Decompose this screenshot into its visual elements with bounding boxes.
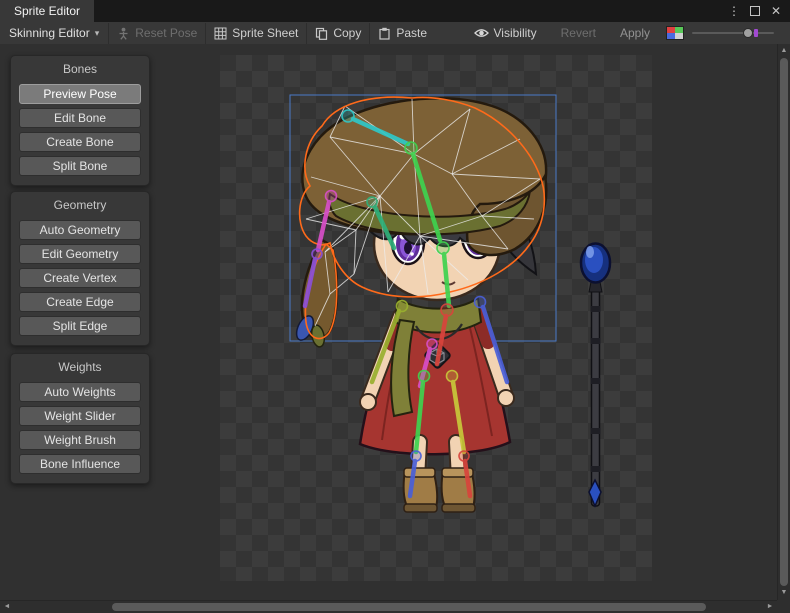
bones-panel: Bones Preview Pose Edit Bone Create Bone… <box>10 55 150 186</box>
revert-label: Revert <box>561 26 596 40</box>
tab-title: Sprite Editor <box>14 4 80 18</box>
zoom-slider-track[interactable] <box>692 32 774 34</box>
channel-b <box>667 33 675 39</box>
reset-pose-button[interactable]: Reset Pose <box>108 23 205 44</box>
paste-label: Paste <box>396 26 427 40</box>
menu-icon[interactable]: ⋮ <box>725 2 743 20</box>
auto-weights-button[interactable]: Auto Weights <box>19 382 141 402</box>
preview-pose-button[interactable]: Preview Pose <box>19 84 141 104</box>
left-hand <box>360 394 376 410</box>
split-edge-button[interactable]: Split Edge <box>19 316 141 336</box>
sprite-editor-window: Sprite Editor ⋮ ✕ Skinning Editor ▾ Rese… <box>0 0 790 613</box>
auto-geometry-button[interactable]: Auto Geometry <box>19 220 141 240</box>
toolbar: Skinning Editor ▾ Reset Pose Sprite Shee… <box>0 22 790 45</box>
scroll-right-icon[interactable]: ► <box>764 601 776 613</box>
visibility-eye-icon <box>474 27 489 39</box>
skinning-editor-dropdown[interactable]: Skinning Editor ▾ <box>0 22 108 44</box>
maximize-icon[interactable] <box>746 2 764 20</box>
character-sprite <box>293 98 546 512</box>
horizontal-scrollbar-thumb[interactable] <box>112 603 706 611</box>
paste-button[interactable]: Paste <box>369 23 435 44</box>
zoom-slider[interactable] <box>692 26 774 40</box>
weights-panel: Weights Auto Weights Weight Slider Weigh… <box>10 353 150 484</box>
apply-button[interactable]: Apply <box>612 23 658 44</box>
copy-button[interactable]: Copy <box>306 23 369 44</box>
color-channels-icon[interactable] <box>666 26 684 40</box>
scroll-left-icon[interactable]: ◄ <box>1 601 13 613</box>
split-bone-button[interactable]: Split Bone <box>19 156 141 176</box>
sprite-sheet-button[interactable]: Sprite Sheet <box>205 23 306 44</box>
scrollbar-corner <box>777 600 790 613</box>
tab-sprite-editor[interactable]: Sprite Editor <box>0 0 94 22</box>
mode-label: Skinning Editor <box>9 26 90 40</box>
vertical-scrollbar[interactable]: ▲ ▼ <box>777 44 790 600</box>
revert-button[interactable]: Revert <box>553 23 604 44</box>
create-vertex-button[interactable]: Create Vertex <box>19 268 141 288</box>
edit-bone-button[interactable]: Edit Bone <box>19 108 141 128</box>
copy-label: Copy <box>333 26 361 40</box>
geometry-panel-title: Geometry <box>19 195 141 216</box>
zoom-slider-marker <box>754 29 758 37</box>
reset-pose-label: Reset Pose <box>135 26 197 40</box>
apply-label: Apply <box>620 26 650 40</box>
tab-bar: Sprite Editor ⋮ ✕ <box>0 0 790 22</box>
zoom-slider-handle[interactable] <box>743 28 753 38</box>
weight-slider-button[interactable]: Weight Slider <box>19 406 141 426</box>
sprite-sheet-icon <box>214 27 227 40</box>
edit-geometry-button[interactable]: Edit Geometry <box>19 244 141 264</box>
toolbar-right-group: Visibility Revert Apply <box>466 23 790 44</box>
reset-pose-icon <box>117 27 130 40</box>
geometry-panel: Geometry Auto Geometry Edit Geometry Cre… <box>10 191 150 346</box>
create-bone-button[interactable]: Create Bone <box>19 132 141 152</box>
horizontal-scrollbar[interactable]: ◄ ► <box>0 600 777 613</box>
window-controls: ⋮ ✕ <box>725 0 790 22</box>
chevron-down-icon: ▾ <box>95 28 100 39</box>
weight-brush-button[interactable]: Weight Brush <box>19 430 141 450</box>
close-icon[interactable]: ✕ <box>767 2 785 20</box>
bones-panel-title: Bones <box>19 59 141 80</box>
bone-influence-button[interactable]: Bone Influence <box>19 454 141 474</box>
visibility-button[interactable]: Visibility <box>466 23 545 44</box>
right-hand <box>498 390 514 406</box>
paste-icon <box>378 27 391 40</box>
staff-sprite <box>581 244 610 507</box>
create-edge-button[interactable]: Create Edge <box>19 292 141 312</box>
visibility-label: Visibility <box>494 26 537 40</box>
scroll-down-icon[interactable]: ▼ <box>778 587 790 599</box>
copy-icon <box>315 27 328 40</box>
vertical-scrollbar-thumb[interactable] <box>780 58 788 586</box>
weights-panel-title: Weights <box>19 357 141 378</box>
sprite-sheet-label: Sprite Sheet <box>232 26 298 40</box>
channel-a <box>675 33 683 39</box>
scroll-up-icon[interactable]: ▲ <box>778 45 790 57</box>
